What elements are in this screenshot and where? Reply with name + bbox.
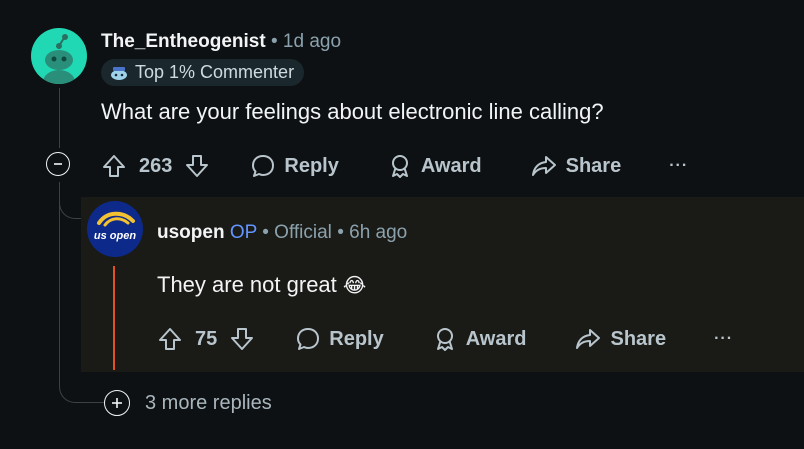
avatar[interactable]: us open xyxy=(87,201,143,257)
share-label: Share xyxy=(610,327,667,350)
comment-actions: 263 Reply Award Share ··· xyxy=(101,149,688,183)
downvote-icon[interactable] xyxy=(184,153,210,179)
username-link[interactable]: The_Entheogenist xyxy=(101,31,266,52)
award-button[interactable]: Award xyxy=(387,153,482,179)
top-commenter-icon xyxy=(111,66,127,80)
reply-thread-line[interactable] xyxy=(113,266,115,370)
minus-icon xyxy=(54,163,62,165)
reply-label: Reply xyxy=(284,154,339,177)
thread-line[interactable] xyxy=(59,88,60,148)
vote-group: 75 xyxy=(157,326,255,352)
downvote-icon[interactable] xyxy=(229,326,255,352)
reply-button[interactable]: Reply xyxy=(250,153,339,179)
thread-line[interactable] xyxy=(59,182,60,372)
award-button[interactable]: Award xyxy=(432,326,527,352)
share-button[interactable]: Share xyxy=(574,326,666,352)
more-replies-link[interactable]: 3 more replies xyxy=(145,392,272,415)
user-flair: Official xyxy=(274,222,332,243)
award-label: Award xyxy=(420,154,482,177)
share-button[interactable]: Share xyxy=(530,153,622,179)
reply-body: They are not great 😂 xyxy=(157,272,366,298)
reply-text: They are not great xyxy=(157,272,337,297)
comment-time[interactable]: 6h ago xyxy=(349,222,407,243)
meta-separator: • xyxy=(337,222,344,243)
comment-bubble-icon xyxy=(297,328,320,350)
username-link[interactable]: usopen xyxy=(157,222,225,243)
meta-separator: • xyxy=(270,31,278,52)
share-label: Share xyxy=(565,154,622,177)
reply-button[interactable]: Reply xyxy=(295,326,384,352)
upvote-icon[interactable] xyxy=(101,153,127,179)
more-options-icon: ··· xyxy=(669,157,689,174)
comment-author-line: The_Entheogenist • 1d ago xyxy=(101,31,341,53)
more-options-icon: ··· xyxy=(714,330,734,347)
laughing-emoji-icon: 😂 xyxy=(342,275,367,297)
comment-thread: The_Entheogenist • 1d ago Top 1% Comment… xyxy=(0,0,804,449)
award-icon xyxy=(391,155,408,178)
more-options-button[interactable]: ··· xyxy=(714,330,733,348)
more-options-button[interactable]: ··· xyxy=(669,157,688,175)
collapse-thread-button[interactable] xyxy=(46,152,70,176)
share-icon xyxy=(531,156,556,176)
reply-label: Reply xyxy=(329,327,384,350)
badge-label: Top 1% Commenter xyxy=(135,62,295,82)
comment-bubble-icon xyxy=(252,155,275,177)
award-icon xyxy=(436,328,453,351)
snoo-avatar-icon xyxy=(43,34,75,84)
usopen-logo-text: us open xyxy=(94,230,136,242)
plus-icon xyxy=(112,398,122,408)
meta-separator: • xyxy=(262,222,269,243)
upvote-icon[interactable] xyxy=(157,326,183,352)
comment-time[interactable]: 1d ago xyxy=(283,31,341,52)
comment-body: What are your feelings about electronic … xyxy=(101,99,604,124)
op-tag: OP xyxy=(229,222,257,243)
reply-actions: 75 Reply Award Share ··· xyxy=(157,322,733,356)
vote-group: 263 xyxy=(101,153,210,179)
vote-count: 263 xyxy=(139,154,173,177)
thread-connector xyxy=(59,370,105,403)
avatar[interactable] xyxy=(31,28,87,84)
usopen-logo-icon: us open xyxy=(94,211,136,242)
expand-replies-button[interactable] xyxy=(104,390,130,416)
commenter-badge[interactable]: Top 1% Commenter xyxy=(101,59,305,86)
vote-count: 75 xyxy=(195,327,218,350)
reply-author-line: usopen OP • Official • 6h ago xyxy=(157,222,407,244)
award-label: Award xyxy=(465,327,527,350)
share-icon xyxy=(576,329,601,349)
